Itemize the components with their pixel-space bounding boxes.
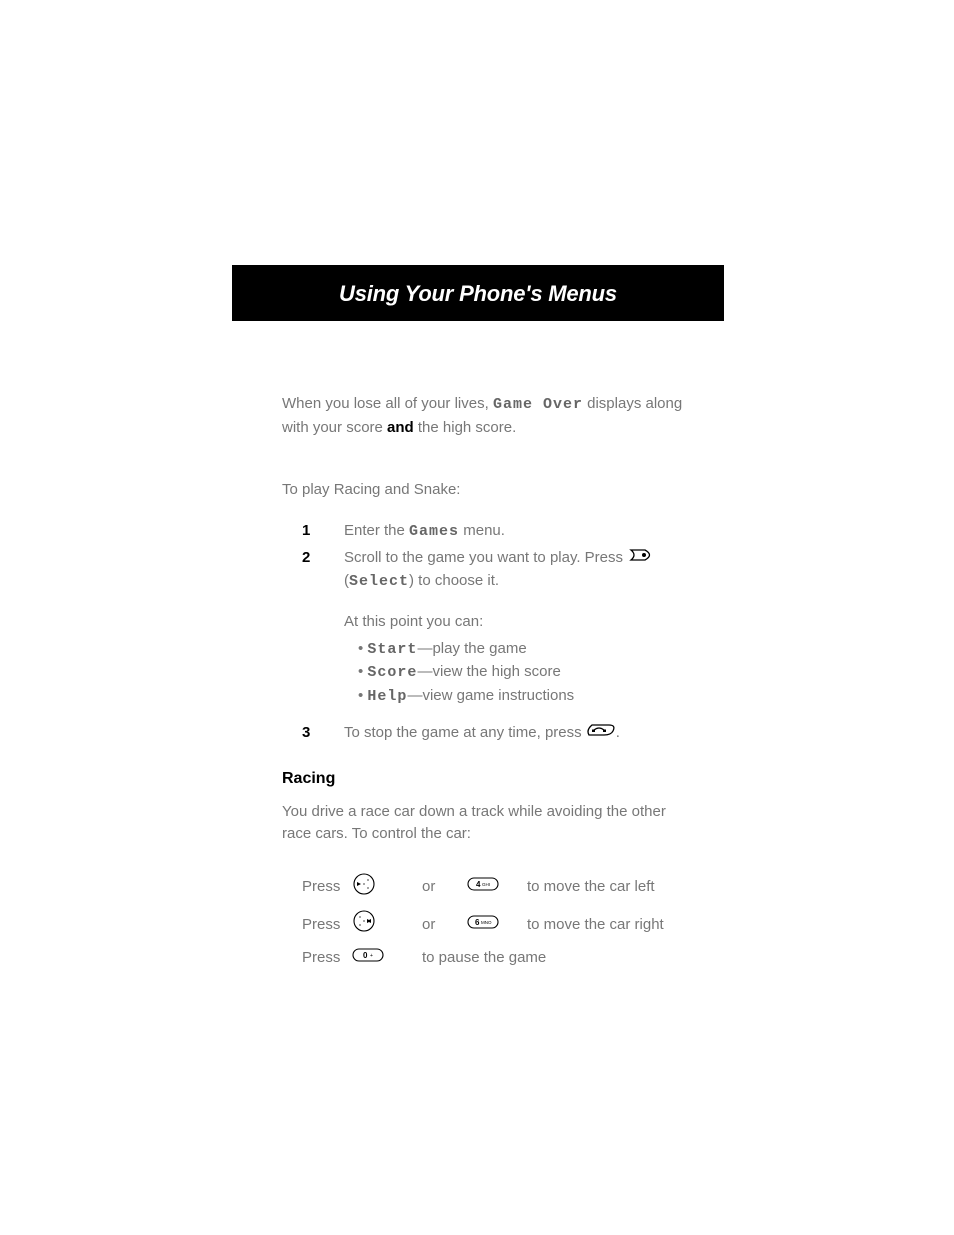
key-row-left: Press or 4GHI to move the car left: [302, 872, 722, 904]
step-number: 2: [302, 547, 310, 570]
step-1: 1 Enter the Games menu.: [302, 520, 722, 544]
step-1-before: Enter the: [344, 522, 409, 539]
svg-text:4: 4: [476, 880, 481, 889]
intro-text-2: displays along: [583, 395, 682, 412]
chapter-title: Using Your Phone's Menus: [339, 277, 617, 310]
step-3: 3 To stop the game at any time, press .: [302, 722, 722, 745]
option-start: Start: [367, 641, 417, 658]
key-desc-right: to move the car right: [527, 914, 722, 937]
step-1-after: menu.: [459, 522, 505, 539]
chapter-header: Using Your Phone's Menus: [232, 265, 724, 321]
intro-paragraph: When you lose all of your lives, Game Ov…: [282, 393, 722, 439]
racing-p-b: race cars. To control the car:: [282, 823, 722, 846]
racing-p-a: You drive a race car down a track while …: [282, 803, 666, 820]
step-2-before: Scroll to the game you want to play. Pre…: [344, 549, 627, 566]
step-number: 1: [302, 520, 310, 543]
step-2-subintro: At this point you can:: [344, 611, 722, 634]
option-score-desc: —view the high score: [417, 663, 560, 680]
racing-heading: Racing: [282, 767, 722, 791]
key-or-label: or: [422, 914, 467, 937]
key-or-label: or: [422, 876, 467, 899]
key-desc-pause: to pause the game: [422, 947, 722, 970]
key-press-label: Press: [302, 947, 352, 970]
procedure-intro: To play Racing and Snake:: [282, 479, 722, 502]
svg-text:MNO: MNO: [481, 920, 492, 925]
key-0-icon: 0+: [352, 947, 384, 970]
end-key-icon: [586, 722, 616, 745]
svg-text:0: 0: [363, 951, 368, 960]
intro-text-4: the high score.: [414, 419, 517, 436]
steps-list: 1 Enter the Games menu. 2 Scroll to the …: [282, 520, 722, 745]
racing-paragraph: You drive a race car down a track while …: [282, 801, 722, 846]
step-number: 3: [302, 722, 310, 745]
intro-text-3: with your score: [282, 419, 387, 436]
key-row-pause: Press 0+ to pause the game: [302, 947, 722, 970]
game-over-label: Game Over: [493, 396, 583, 413]
key-6-icon: 6MNO: [467, 914, 499, 937]
select-label: Select: [349, 573, 409, 590]
svg-text:+: +: [370, 953, 373, 959]
svg-text:GHI: GHI: [482, 882, 490, 887]
key-press-label: Press: [302, 876, 352, 899]
dpad-left-icon: [352, 872, 376, 904]
key-press-label: Press: [302, 914, 352, 937]
key-row-right: Press or 6MNO to move the car right: [302, 909, 722, 941]
intro-text-1: When you lose all of your lives,: [282, 395, 493, 412]
option-help: Help: [367, 688, 407, 705]
dpad-right-icon: [352, 909, 376, 941]
step-1-mono: Games: [409, 523, 459, 540]
racing-keys: Press or 4GHI to move the car left Press…: [302, 872, 722, 970]
option-start-desc: —play the game: [417, 640, 526, 657]
step-2: 2 Scroll to the game you want to play. P…: [302, 547, 722, 708]
softkey-right-icon: [627, 547, 655, 570]
svg-text:6: 6: [475, 918, 480, 927]
key-desc-left: to move the car left: [527, 876, 722, 899]
intro-and: and: [387, 419, 414, 436]
step-2-options: • Start—play the game • Score—view the h…: [344, 638, 722, 709]
step-2-after-select: to choose it.: [414, 572, 499, 589]
option-help-desc: —view game instructions: [407, 687, 574, 704]
step-3-before: To stop the game at any time, press: [344, 724, 586, 741]
option-score: Score: [367, 664, 417, 681]
key-4-icon: 4GHI: [467, 876, 499, 899]
